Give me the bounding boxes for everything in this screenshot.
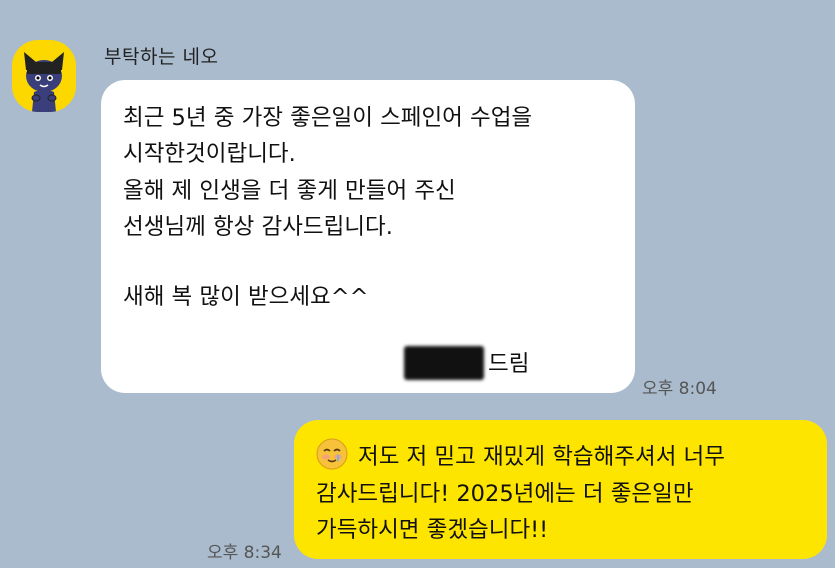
sender-name: 부탁하는 네오 [104, 46, 219, 68]
message-line: 시작한것이랍니다. [123, 141, 296, 167]
message-line: 새해 복 많이 받으세요^^ [123, 284, 369, 310]
message-line: 올해 제 인생을 더 좋게 만들어 주신 [123, 178, 456, 204]
redacted-name [404, 346, 484, 380]
message-line: 감사드립니다! 2025년에는 더 좋은일만 [316, 481, 694, 507]
message-line: 가득하시면 좋겠습니다!! [316, 517, 549, 543]
signature-suffix: 드림 [488, 351, 530, 377]
message-line: 최근 5년 중 가장 좋은일이 스페인어 수업을 [123, 105, 533, 131]
incoming-message-bubble[interactable]: 최근 5년 중 가장 좋은일이 스페인어 수업을 시작한것이랍니다. 올해 제 … [101, 80, 635, 393]
avatar[interactable] [12, 40, 76, 112]
neo-character-icon [24, 52, 64, 112]
incoming-timestamp: 오후 8:04 [642, 379, 717, 399]
message-line: 저도 저 믿고 재밌게 학습해주셔서 너무 [358, 444, 725, 470]
outgoing-message-bubble[interactable]: 저도 저 믿고 재밌게 학습해주셔서 너무 감사드립니다! 2025년에는 더 … [294, 420, 827, 559]
outgoing-timestamp: 오후 8:34 [207, 543, 282, 563]
message-line: 선생님께 항상 감사드립니다. [123, 214, 393, 240]
emoji-icon [316, 438, 348, 470]
